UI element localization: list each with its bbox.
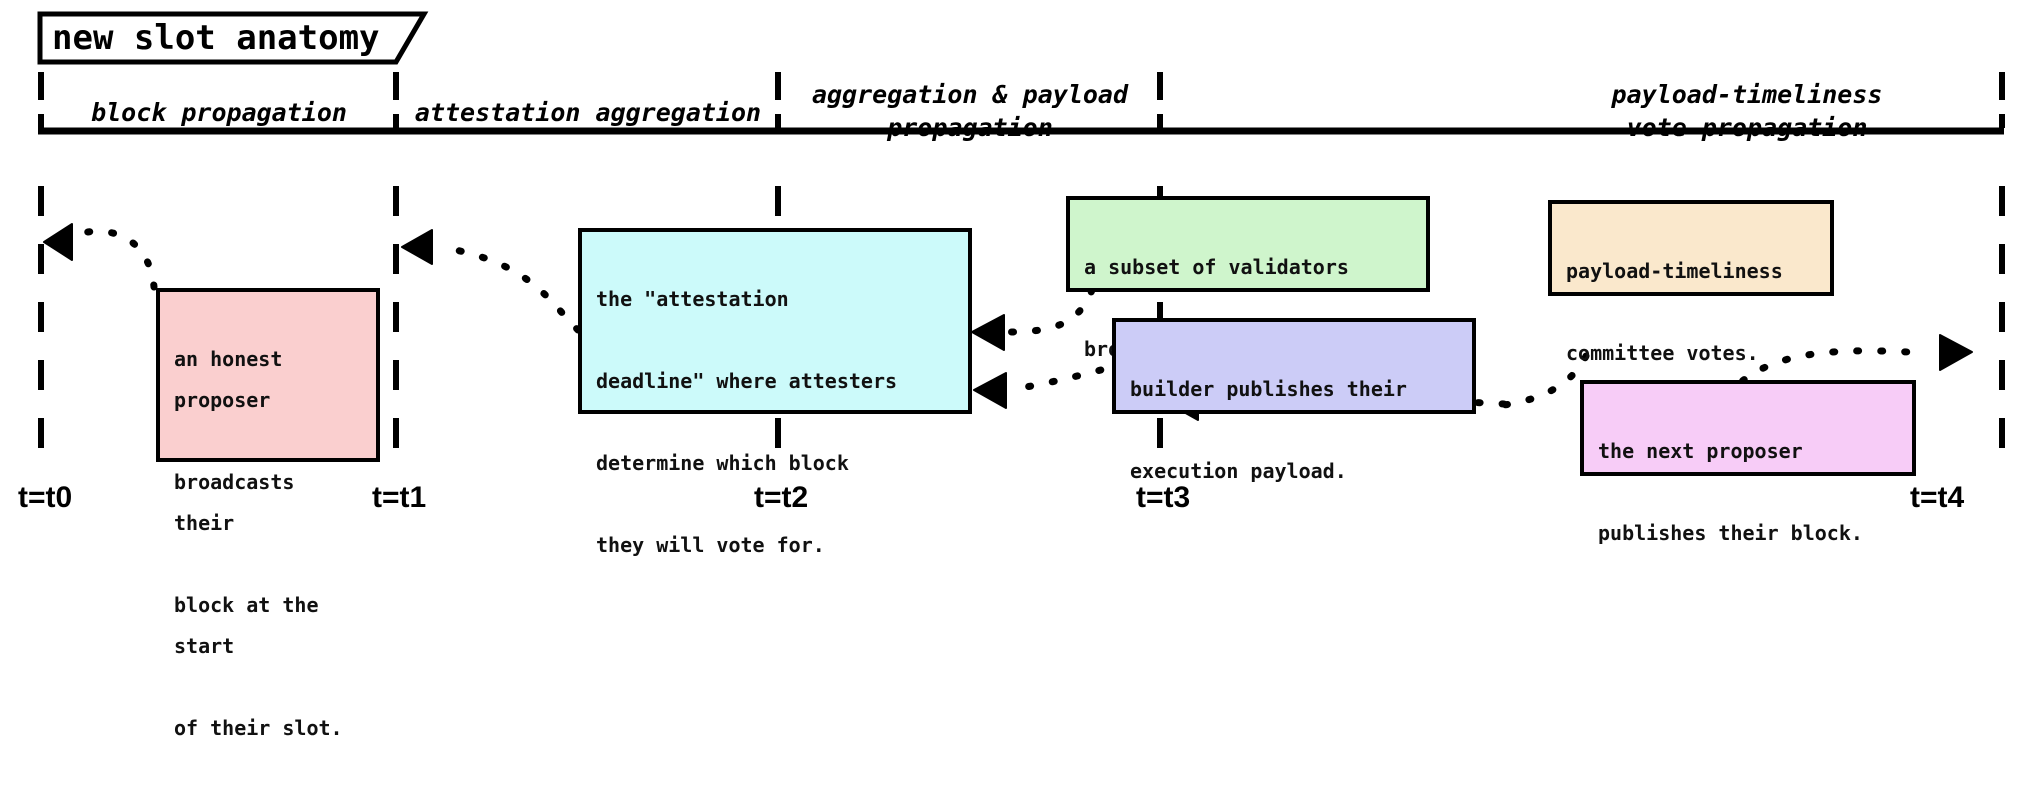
connector-validator-aggregate <box>1006 286 1096 336</box>
note-line: an honest proposer <box>174 347 283 412</box>
note-line: the next proposer <box>1598 439 1803 463</box>
note-line: block at the start <box>174 593 319 658</box>
note-builder-payload: builder publishes their execution payloa… <box>1112 318 1476 483</box>
tick-label-t4: t=t4 <box>1910 481 1965 514</box>
note-line: committee votes. <box>1566 341 1759 365</box>
arrowhead-t2-lower <box>973 372 1007 409</box>
note-line: publishes their block. <box>1598 521 1863 545</box>
note-line: builder publishes their <box>1130 377 1407 401</box>
phase-label-block-propagation: block propagation <box>91 98 347 127</box>
arrowhead-t1 <box>401 229 433 265</box>
note-line: they will vote for. <box>596 533 825 557</box>
note-line: the "attestation <box>596 287 789 311</box>
page-title: new slot anatomy <box>52 18 380 58</box>
slot-anatomy-diagram: new slot anatomy block propagation attes… <box>0 0 2038 740</box>
tick-label-t1: t=t1 <box>372 481 427 514</box>
tick-label-t0: t=t0 <box>18 481 73 514</box>
note-line: of their slot. <box>174 716 343 740</box>
note-line: determine which block <box>596 451 849 475</box>
note-validator-aggregate: a subset of validators broadcast an aggr… <box>1066 196 1430 361</box>
note-line: a subset of validators <box>1084 255 1349 279</box>
phase-label-payload-timeliness-vote-propagation: payload-timeliness vote propagation <box>1611 80 1883 142</box>
note-next-proposer: the next proposer publishes their block. <box>1580 380 1916 545</box>
connector-attestation-deadline <box>436 243 582 334</box>
phase-label-attestation-aggregation: attestation aggregation <box>414 98 762 127</box>
note-honest-proposer: an honest proposer broadcasts their bloc… <box>156 288 380 740</box>
arrowhead-t2-upper <box>971 314 1005 351</box>
note-line: deadline" where attesters <box>596 369 898 393</box>
arrowhead-t4 <box>1939 334 1973 371</box>
note-line: broadcasts their <box>174 470 295 535</box>
note-line: payload-timeliness <box>1566 259 1783 283</box>
note-ptc-votes: payload-timeliness committee votes. <box>1548 200 1834 365</box>
tick-label-t3: t=t3 <box>1136 481 1191 514</box>
tick-label-t2: t=t2 <box>754 481 809 514</box>
phase-label-aggregation-payload-propagation: aggregation & payload propagation <box>811 80 1129 142</box>
arrowhead-t0 <box>43 223 73 261</box>
connector-honest-proposer <box>78 227 158 291</box>
note-attestation-deadline: the "attestation deadline" where atteste… <box>578 228 972 557</box>
